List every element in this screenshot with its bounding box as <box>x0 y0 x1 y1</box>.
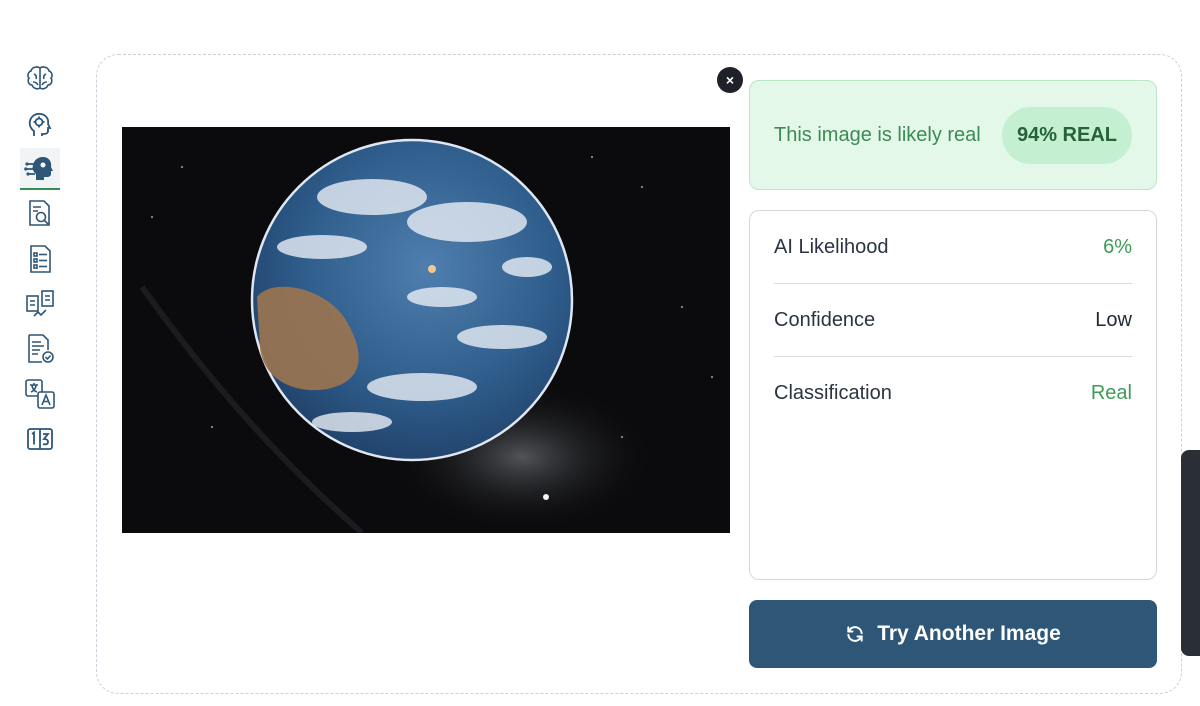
tool-sidebar <box>20 58 62 463</box>
score-badge: 94% REAL <box>1001 106 1132 164</box>
head-gear-icon <box>28 112 52 136</box>
uploaded-image-preview <box>122 127 730 533</box>
try-another-image-label: Try Another Image <box>877 622 1061 645</box>
metric-row-classification: Classification Real <box>774 357 1132 430</box>
document-search-icon <box>29 200 50 226</box>
compare-icon <box>26 290 54 317</box>
metrics-panel: AI Likelihood 6% Confidence Low Classifi… <box>749 210 1157 580</box>
close-icon[interactable]: × <box>717 67 743 93</box>
ai-head-icon <box>24 157 53 180</box>
earth-photo <box>122 127 730 533</box>
refresh-icon <box>847 626 863 642</box>
verdict-banner: This image is likely real 94% REAL <box>749 80 1157 190</box>
sidebar-item-document-search[interactable] <box>20 193 60 235</box>
verdict-text: This image is likely real <box>774 123 981 146</box>
metric-label: AI Likelihood <box>774 235 889 258</box>
brain-icon <box>27 66 53 90</box>
metric-row-ai-likelihood: AI Likelihood 6% <box>774 211 1132 284</box>
try-another-image-button[interactable]: Try Another Image <box>749 600 1157 668</box>
metric-row-confidence: Confidence Low <box>774 284 1132 357</box>
sidebar-item-head-gear[interactable] <box>20 103 60 145</box>
sidebar-item-number-tiles[interactable] <box>20 418 60 460</box>
metric-label: Confidence <box>774 308 876 331</box>
translate-icon <box>25 379 55 409</box>
metric-label: Classification <box>774 382 892 404</box>
result-card: × This image is likely real 94% REAL AI … <box>96 54 1182 694</box>
metric-value: Low <box>1095 308 1132 331</box>
side-panel-tab[interactable] <box>1181 450 1200 656</box>
sidebar-item-document-check[interactable] <box>20 328 60 370</box>
sidebar-item-ai-head[interactable] <box>20 148 60 190</box>
checklist-icon <box>30 245 51 273</box>
number-tiles-icon <box>27 428 53 450</box>
sidebar-item-brain[interactable] <box>20 58 60 100</box>
sidebar-item-translate[interactable] <box>20 373 60 415</box>
metric-value: 6% <box>1103 235 1132 258</box>
sidebar-item-compare[interactable] <box>20 283 60 325</box>
document-check-icon <box>28 334 54 363</box>
metric-value: Real <box>1090 382 1132 404</box>
sidebar-item-checklist[interactable] <box>20 238 60 280</box>
